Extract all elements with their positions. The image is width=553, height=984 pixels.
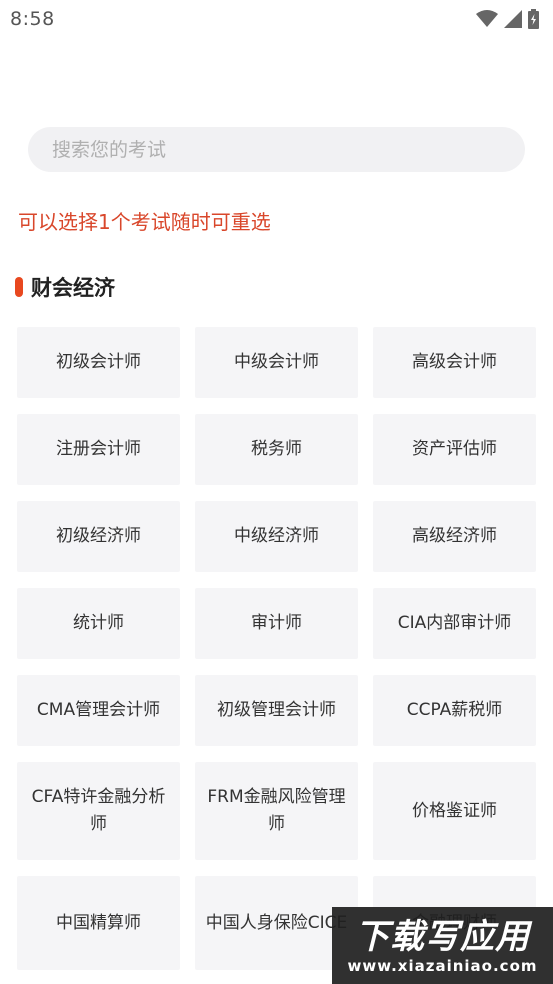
search-input[interactable] — [28, 127, 525, 172]
exam-card[interactable]: 注册会计师 — [17, 414, 180, 485]
section-header: 财会经济 — [15, 272, 115, 302]
exam-card[interactable]: 初级经济师 — [17, 501, 180, 572]
section-title: 财会经济 — [31, 276, 115, 300]
watermark-title: 下载写应用 — [355, 916, 530, 957]
exam-card[interactable]: 税务师 — [195, 414, 358, 485]
exam-card[interactable]: 高级会计师 — [373, 327, 536, 398]
exam-grid: 初级会计师 中级会计师 高级会计师 注册会计师 税务师 资产评估师 初级经济师 … — [17, 327, 536, 970]
exam-card[interactable]: CMA管理会计师 — [17, 675, 180, 746]
status-bar: 8:58 — [0, 0, 553, 38]
signal-icon — [504, 10, 522, 28]
exam-card[interactable]: 价格鉴证师 — [373, 762, 536, 860]
selection-hint: 可以选择1个考试随时可重选 — [18, 210, 271, 234]
search-bar — [28, 127, 525, 172]
exam-card[interactable]: 高级经济师 — [373, 501, 536, 572]
exam-card[interactable]: 审计师 — [195, 588, 358, 659]
exam-card[interactable]: 中级经济师 — [195, 501, 358, 572]
status-icons — [476, 9, 539, 29]
exam-card[interactable]: CCPA薪税师 — [373, 675, 536, 746]
section-accent-bar — [15, 277, 23, 297]
exam-card[interactable]: 中级会计师 — [195, 327, 358, 398]
exam-card[interactable]: 统计师 — [17, 588, 180, 659]
exam-card[interactable]: CFA特许金融分析师 — [17, 762, 180, 860]
exam-card[interactable]: FRM金融风险管理师 — [195, 762, 358, 860]
watermark-logo: 下载写应用 www.xiazainiao.com — [332, 907, 553, 984]
status-time: 8:58 — [10, 8, 55, 30]
exam-card[interactable]: 初级管理会计师 — [195, 675, 358, 746]
exam-card[interactable]: 资产评估师 — [373, 414, 536, 485]
exam-card[interactable]: CIA内部审计师 — [373, 588, 536, 659]
watermark-url: www.xiazainiao.com — [347, 956, 538, 975]
exam-card[interactable]: 初级会计师 — [17, 327, 180, 398]
exam-card[interactable]: 中国精算师 — [17, 876, 180, 970]
battery-charging-icon — [528, 9, 539, 29]
wifi-icon — [476, 10, 498, 28]
